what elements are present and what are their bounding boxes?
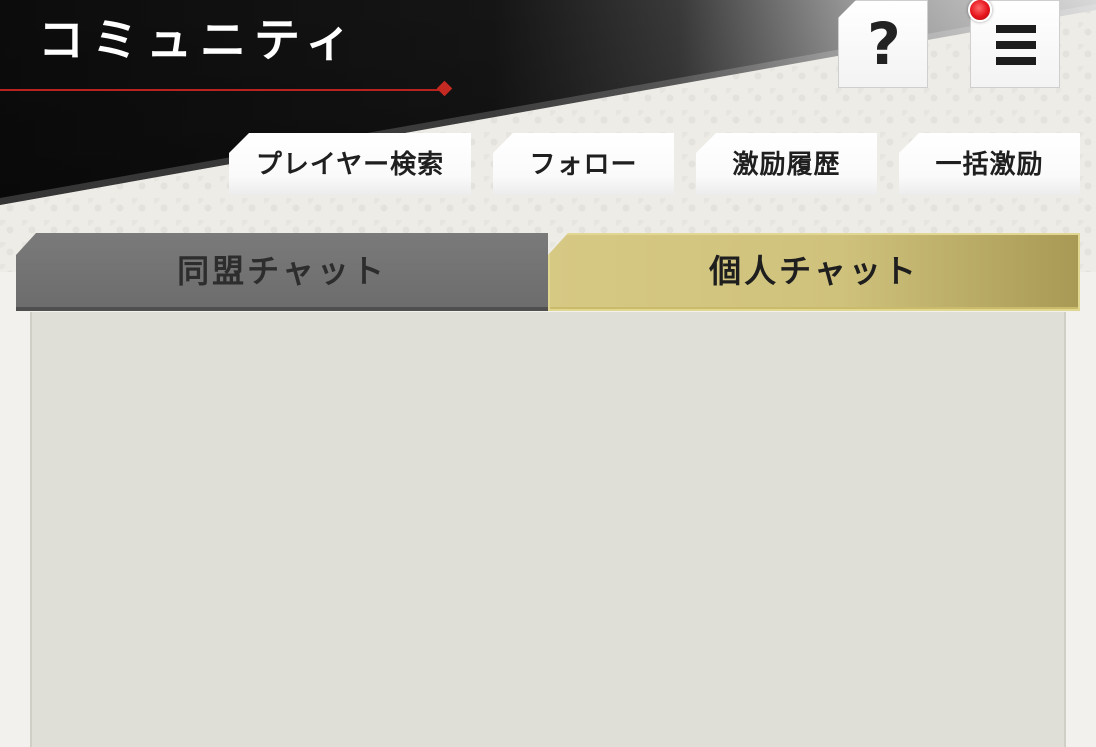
player-search-button[interactable]: プレイヤー検索: [229, 133, 471, 195]
hamburger-menu-icon: [996, 25, 1036, 65]
bulk-cheer-button[interactable]: 一括激励: [899, 133, 1080, 195]
title-underline: [0, 89, 446, 91]
tab-alliance-chat[interactable]: 同盟チャット: [16, 233, 548, 311]
follow-button[interactable]: フォロー: [493, 133, 674, 195]
cheer-history-button[interactable]: 激励履歴: [696, 133, 877, 195]
page-title: コミュニティ: [38, 13, 360, 67]
question-mark-icon: ?: [867, 10, 901, 78]
tab-personal-chat[interactable]: 個人チャット: [548, 233, 1080, 311]
help-button[interactable]: ?: [838, 0, 928, 88]
chat-message-list[interactable]: [30, 312, 1066, 747]
